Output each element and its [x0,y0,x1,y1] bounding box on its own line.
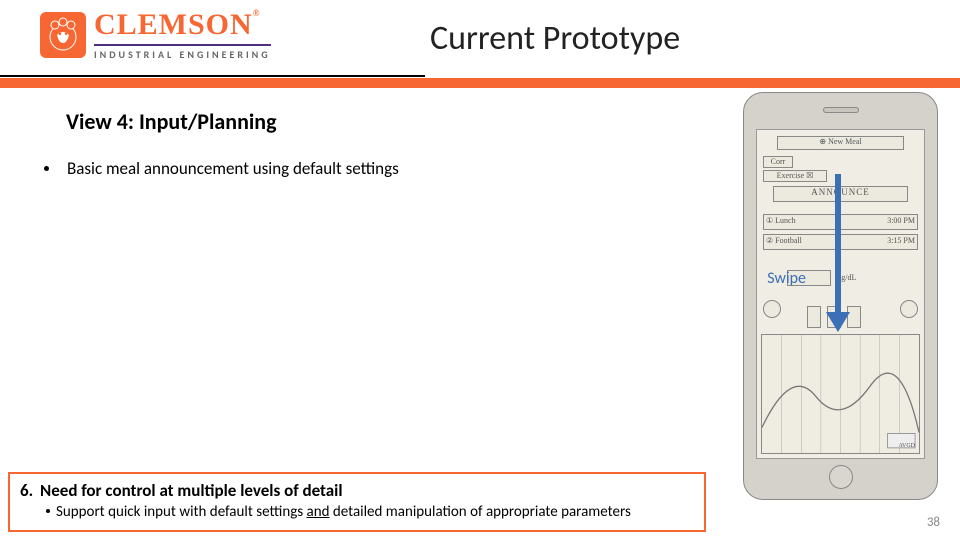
view-title: View 4: Input/Planning [66,108,277,135]
page-number: 38 [927,515,940,530]
sketch-exercise: Exercise ☒ [763,170,827,182]
logo-divider [94,44,271,46]
sub-bullet-icon [46,509,50,513]
need-sub: Support quick input with default setting… [46,503,694,523]
need-number: 6. [20,480,40,501]
logo-sub: INDUSTRIAL ENGINEERING [94,48,271,61]
swipe-arrow-icon [832,174,844,334]
sketch-row1-left: ① Lunch [766,216,796,226]
header-underline [0,75,425,77]
sketch-graph-svg [762,335,919,453]
sketch-corr: Corr [763,156,793,168]
logo-text: CLEMSON® INDUSTRIAL ENGINEERING [94,8,271,61]
bullet-1-text: Basic meal announcement using default se… [67,158,399,179]
need-title-text: Need for control at multiple levels of d… [40,480,343,501]
sketch-row2-right: 3:15 PM [887,236,915,246]
sketch-left-knob [763,300,781,318]
sketch-right-knob [900,300,918,318]
logo-main: CLEMSON® [94,8,271,42]
need-sub-post: detailed manipulation of appropriate par… [329,503,630,521]
header: CLEMSON® INDUSTRIAL ENGINEERING Current … [0,0,960,78]
swipe-label: Swipe [767,269,806,288]
tiger-paw-icon [40,12,86,58]
paw-svg [43,15,83,55]
page-title: Current Prototype [430,18,680,59]
bullet-1: Basic meal announcement using default se… [40,158,399,179]
phone-speaker [823,107,859,113]
sketch-new-meal: ⊕ New Meal [777,136,904,150]
need-sub-pre: Support quick input with default setting… [56,503,307,521]
logo-main-text: CLEMSON [94,8,253,41]
arrow-line [835,174,841,314]
logo-reg: ® [253,8,261,18]
sketch-avgd: AVGD [898,442,915,450]
sketch-bar-1 [807,306,821,328]
need-title: 6.Need for control at multiple levels of… [20,480,694,501]
orange-bar [0,78,960,88]
phone-home-button [829,465,853,489]
sketch-row1-right: 3:00 PM [887,216,915,226]
sketch-graph: AVGD [761,334,920,454]
logo: CLEMSON® INDUSTRIAL ENGINEERING [40,8,271,61]
need-sub-and: and [307,503,330,521]
slide: CLEMSON® INDUSTRIAL ENGINEERING Current … [0,0,960,540]
need-box: 6.Need for control at multiple levels of… [8,472,706,533]
sketch-row2-left: ② Football [766,236,802,246]
bullet-dot-icon [44,166,49,171]
arrow-head [826,312,850,332]
